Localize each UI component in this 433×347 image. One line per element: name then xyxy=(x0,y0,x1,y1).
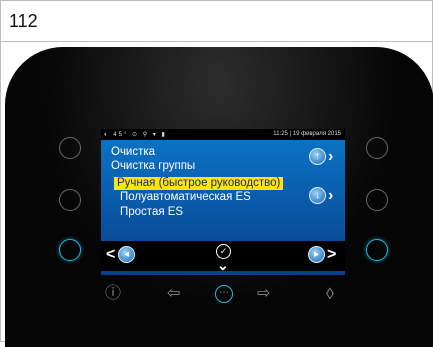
right-button-bottom[interactable] xyxy=(366,239,388,261)
left-arrow-icon[interactable]: ⇦ xyxy=(167,286,180,302)
back-icon[interactable]: ◂ xyxy=(118,246,135,263)
drop-icon[interactable]: ◊ xyxy=(326,287,334,303)
menu-icon[interactable]: ⋯ xyxy=(215,285,233,303)
menu-item-simple-es[interactable]: Простая ES xyxy=(120,206,183,219)
page-number: 112 xyxy=(9,11,38,31)
status-bar: ◐ 45° ⊙ ⚲ ▾ ▮ 11:25 | 19 февраля 2015 xyxy=(101,129,345,140)
scroll-down-icon[interactable]: ↓ xyxy=(309,187,326,204)
left-button-top[interactable] xyxy=(59,137,81,159)
chevron-right-icon: › xyxy=(328,148,334,165)
softkey-left-chevron-icon: < xyxy=(106,246,116,263)
left-button-bottom[interactable] xyxy=(59,239,81,261)
forward-icon[interactable]: ▸ xyxy=(308,246,325,263)
right-button-top[interactable] xyxy=(366,137,388,159)
info-icon[interactable]: ⓘ xyxy=(105,286,121,302)
softkey-right-chevron-icon: > xyxy=(327,246,337,263)
status-icons: ◐ 45° ⊙ ⚲ ▾ ▮ xyxy=(104,132,167,138)
manual-page-frame: 112 ◐ 45° ⊙ ⚲ ▾ ▮ 11:25 | 19 февраля 201… xyxy=(0,0,433,347)
header-divider xyxy=(1,41,432,42)
status-datetime: 11:25 | 19 февраля 2015 xyxy=(273,131,341,137)
menu-item-semi-auto-es[interactable]: Полуавтоматическая ES xyxy=(120,191,251,204)
chevron-right-icon: › xyxy=(328,187,334,204)
right-arrow-icon[interactable]: ⇨ xyxy=(257,286,270,302)
menu-item-manual-selected[interactable]: Ручная (быстрое руководство) xyxy=(114,177,284,190)
scroll-up-icon[interactable]: ↑ xyxy=(309,148,326,165)
right-button-middle[interactable] xyxy=(366,189,388,211)
menu-item-cleaning[interactable]: Очистка xyxy=(111,146,155,159)
menu-item-group-cleaning[interactable]: Очистка группы xyxy=(111,160,195,173)
left-button-middle[interactable] xyxy=(59,189,81,211)
chevron-down-icon: ⌄ xyxy=(217,257,229,273)
softkey-bar: < ◂ ✓ ⌄ ▸ > xyxy=(101,241,345,273)
